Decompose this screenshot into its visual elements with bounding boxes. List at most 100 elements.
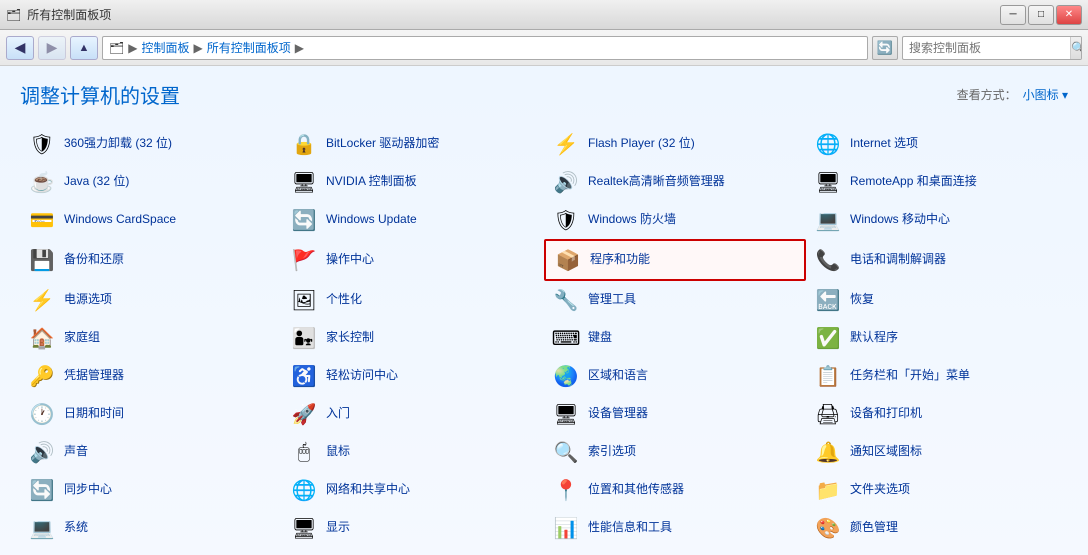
search-input[interactable]	[903, 41, 1070, 55]
control-item[interactable]: 🛡Windows 防火墙	[544, 201, 806, 239]
item-icon: 🖥	[552, 400, 580, 428]
control-item[interactable]: 🖨设备和打印机	[806, 395, 1068, 433]
item-icon: 🖥	[814, 168, 842, 196]
maximize-button[interactable]: □	[1028, 5, 1054, 25]
control-item[interactable]: 🖥设备管理器	[544, 395, 806, 433]
item-icon: 🌏	[552, 362, 580, 390]
control-item[interactable]: 🔧管理工具	[544, 281, 806, 319]
item-label: 360强力卸载 (32 位)	[64, 136, 172, 152]
address-icon: 🗂	[109, 41, 124, 55]
control-item[interactable]: 🔍索引选项	[544, 433, 806, 471]
item-label: 入门	[326, 406, 350, 422]
control-item[interactable]: 🔧疑难解答	[20, 547, 282, 555]
control-item[interactable]: ♿轻松访问中心	[282, 357, 544, 395]
item-label: Java (32 位)	[64, 174, 129, 190]
control-item[interactable]: 🖥英特尔® 核芯显卡	[282, 547, 544, 555]
close-button[interactable]: ✕	[1056, 5, 1082, 25]
control-item[interactable]: 💻 Windows 移动中心	[806, 201, 1068, 239]
control-item[interactable]: 🔙恢复	[806, 281, 1068, 319]
control-item[interactable]: 🔊Realtek高清晰音频管理器	[544, 163, 806, 201]
item-label: 鼠标	[326, 444, 350, 460]
control-item[interactable]: 💳Windows CardSpace	[20, 201, 282, 239]
item-icon: 🚀	[290, 400, 318, 428]
control-item[interactable]: 🔊声音	[20, 433, 282, 471]
control-item[interactable]: 🔑凭据管理器	[20, 357, 282, 395]
control-item[interactable]: 📋任务栏和「开始」菜单	[806, 357, 1068, 395]
refresh-button[interactable]: 🔄	[872, 36, 898, 60]
control-item[interactable]: 🔄Windows Update	[282, 201, 544, 239]
view-label: 查看方式：	[957, 86, 1017, 103]
item-icon: 💻	[814, 206, 842, 234]
item-icon: 🔔	[814, 438, 842, 466]
control-item[interactable]: 🖱 鼠标	[282, 433, 544, 471]
control-item[interactable]: 👨‍👧 家长控制	[282, 319, 544, 357]
address-bar: ◀ ▶ ▲ 🗂 ▶ 控制面板 ▶ 所有控制面板项 ▶ 🔄 🔍	[0, 30, 1088, 66]
item-label: 家长控制	[326, 330, 374, 346]
item-icon: ♿	[290, 362, 318, 390]
item-icon: 🔊	[552, 168, 580, 196]
item-icon: 🛡	[552, 206, 580, 234]
item-icon: 🖼	[290, 286, 318, 314]
control-item[interactable]: 📞电话和调制解调器	[806, 239, 1068, 281]
control-item[interactable]: 🖥显示	[282, 509, 544, 547]
item-label: 电源选项	[64, 292, 112, 308]
up-button[interactable]: ▲	[70, 36, 98, 60]
item-icon: 🔑	[28, 362, 56, 390]
item-label: 家庭组	[64, 330, 100, 346]
breadcrumb-controlpanel[interactable]: 控制面板	[141, 39, 189, 56]
minimize-button[interactable]: ─	[1000, 5, 1026, 25]
item-icon: 🖱	[290, 438, 318, 466]
control-item[interactable]: 🚀 入门	[282, 395, 544, 433]
item-label: 位置和其他传感器	[588, 482, 684, 498]
control-item[interactable]: 🧩桌面小工具	[806, 547, 1068, 555]
back-button[interactable]: ◀	[6, 36, 34, 60]
control-item[interactable]: 🌐Internet 选项	[806, 125, 1068, 163]
item-icon: 📁	[814, 476, 842, 504]
control-item[interactable]: ⚡ 电源选项	[20, 281, 282, 319]
control-item[interactable]: ☕Java (32 位)	[20, 163, 282, 201]
item-label: Windows CardSpace	[64, 212, 176, 228]
item-label: Windows 移动中心	[850, 212, 950, 228]
control-item[interactable]: 📊性能信息和工具	[544, 509, 806, 547]
item-icon: ✅	[814, 324, 842, 352]
control-item[interactable]: 📍位置和其他传感器	[544, 471, 806, 509]
item-label: Windows Update	[326, 212, 417, 228]
control-item[interactable]: 🖼个性化	[282, 281, 544, 319]
control-item[interactable]: ✅默认程序	[806, 319, 1068, 357]
item-icon: ⚡	[28, 286, 56, 314]
item-icon: 🕐	[28, 400, 56, 428]
control-item[interactable]: 📁文件夹选项	[806, 471, 1068, 509]
control-item[interactable]: 🔔通知区域图标	[806, 433, 1068, 471]
control-item[interactable]: 🏠 家庭组	[20, 319, 282, 357]
control-item[interactable]: 🌐网络和共享中心	[282, 471, 544, 509]
item-icon: 🏠	[28, 324, 56, 352]
control-item[interactable]: 👤用户账户	[544, 547, 806, 555]
item-icon: 🔒	[290, 130, 318, 158]
control-item[interactable]: ⚡Flash Player (32 位)	[544, 125, 806, 163]
item-icon: 👨‍👧	[290, 324, 318, 352]
control-item[interactable]: 📦程序和功能	[544, 239, 806, 281]
control-item[interactable]: 🕐日期和时间	[20, 395, 282, 433]
control-item[interactable]: 🔒BitLocker 驱动器加密	[282, 125, 544, 163]
control-item[interactable]: 💾备份和还原	[20, 239, 282, 281]
control-item[interactable]: 🎨颜色管理	[806, 509, 1068, 547]
control-item[interactable]: 🚩操作中心	[282, 239, 544, 281]
control-item[interactable]: 🖥RemoteApp 和桌面连接	[806, 163, 1068, 201]
item-label: 系统	[64, 520, 88, 536]
item-label: 备份和还原	[64, 252, 124, 268]
view-value-button[interactable]: 小图标 ▾	[1023, 86, 1068, 103]
control-item[interactable]: 💻系统	[20, 509, 282, 547]
control-item[interactable]: ⌨键盘	[544, 319, 806, 357]
control-item[interactable]: 🔄同步中心	[20, 471, 282, 509]
item-icon: 🔙	[814, 286, 842, 314]
control-item[interactable]: 🛡360强力卸载 (32 位)	[20, 125, 282, 163]
items-container: 🛡360强力卸载 (32 位)🔒BitLocker 驱动器加密⚡Flash Pl…	[0, 119, 1088, 555]
item-icon: 🎨	[814, 514, 842, 542]
breadcrumb-all-items[interactable]: 所有控制面板项	[207, 39, 291, 56]
title-bar: 🗂 所有控制面板项 ─ □ ✕	[0, 0, 1088, 30]
forward-button[interactable]: ▶	[38, 36, 66, 60]
control-item[interactable]: 🖥NVIDIA 控制面板	[282, 163, 544, 201]
control-item[interactable]: 🌏区域和语言	[544, 357, 806, 395]
search-icon[interactable]: 🔍	[1070, 37, 1082, 59]
item-label: Internet 选项	[850, 136, 918, 152]
